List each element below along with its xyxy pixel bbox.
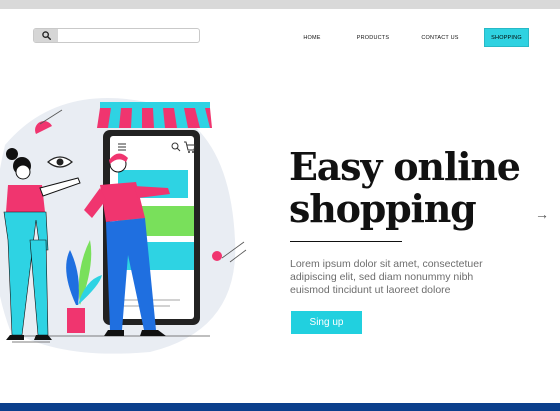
nav-contact-us[interactable]: CONTACT US	[416, 28, 464, 47]
arrow-right-icon[interactable]: →	[535, 206, 549, 222]
nav-shopping[interactable]: SHOPPING	[484, 28, 529, 47]
search-icon	[41, 31, 51, 40]
title-underline	[290, 241, 402, 242]
search-input[interactable]	[59, 29, 199, 42]
signup-button[interactable]: Sing up	[291, 311, 362, 334]
hero-title-line-1: Easy online	[289, 144, 521, 189]
nav-home[interactable]: HOME	[296, 28, 328, 47]
decorative-dot	[212, 251, 222, 261]
search-bar[interactable]	[33, 28, 200, 43]
hero-description: Lorem ipsum dolor sit amet, consectetuer…	[290, 258, 483, 296]
top-bar	[0, 0, 560, 9]
nav-products[interactable]: PRODUCTS	[350, 28, 396, 47]
hero-title: Easy online shopping	[289, 146, 549, 230]
hero-illustration	[0, 98, 247, 354]
shop-awning	[97, 102, 212, 128]
search-button[interactable]	[34, 29, 58, 42]
hero-title-line-2: shopping	[289, 186, 477, 231]
footer-bar	[0, 403, 560, 411]
